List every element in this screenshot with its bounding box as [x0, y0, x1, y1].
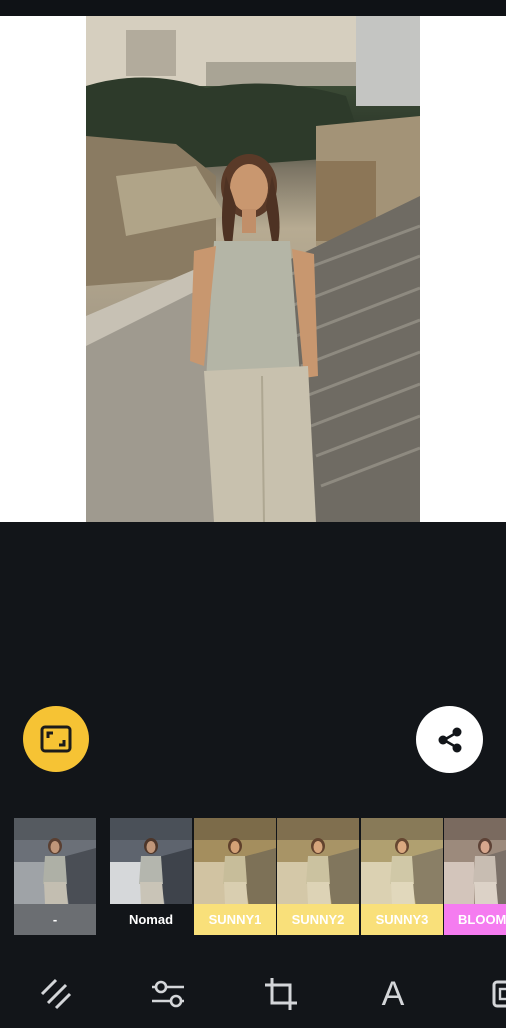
- bottom-toolbar: A: [0, 960, 506, 1028]
- photo-canvas[interactable]: [0, 16, 506, 522]
- filter-item-sunny1[interactable]: SUNNY1: [194, 818, 276, 935]
- filter-thumbnail: [277, 818, 359, 904]
- filter-item-bloom[interactable]: BLOOM: [444, 818, 506, 935]
- editor-background: [0, 522, 506, 702]
- frame-tool-button[interactable]: [480, 972, 506, 1016]
- aspect-ratio-icon: [40, 725, 72, 753]
- status-bar: [0, 0, 506, 16]
- filter-item-nomad[interactable]: Nomad: [110, 818, 192, 935]
- adjust-tool-button[interactable]: [143, 972, 193, 1016]
- filter-label: SUNNY1: [194, 904, 276, 935]
- text-icon: A: [381, 974, 405, 1013]
- aspect-ratio-button[interactable]: [23, 706, 89, 772]
- magic-wand-icon: [40, 978, 72, 1010]
- frame-icon: [492, 980, 506, 1008]
- photo-illustration: [86, 16, 420, 522]
- filter-strip[interactable]: - Nomad SUNNY1 SUNNY2 SUNNY3 BLOOM: [0, 818, 506, 935]
- text-tool-button[interactable]: A: [368, 972, 418, 1016]
- filter-item-none[interactable]: -: [14, 818, 96, 935]
- filter-item-sunny3[interactable]: SUNNY3: [361, 818, 443, 935]
- share-button[interactable]: [416, 706, 483, 773]
- filters-tool-button[interactable]: [31, 972, 81, 1016]
- filter-label: SUNNY3: [361, 904, 443, 935]
- main-photo[interactable]: [86, 16, 420, 522]
- share-icon: [438, 727, 461, 752]
- filter-thumbnail: [14, 818, 96, 904]
- crop-icon: [265, 978, 297, 1010]
- filter-item-sunny2[interactable]: SUNNY2: [277, 818, 359, 935]
- filter-thumbnail: [361, 818, 443, 904]
- crop-tool-button[interactable]: [256, 972, 306, 1016]
- sliders-icon: [152, 980, 184, 1008]
- filter-label: Nomad: [110, 904, 192, 935]
- filter-thumbnail: [110, 818, 192, 904]
- filter-label: -: [14, 904, 96, 935]
- filter-label: SUNNY2: [277, 904, 359, 935]
- filter-thumbnail: [444, 818, 506, 904]
- filter-label: BLOOM: [444, 904, 506, 935]
- filter-thumbnail: [194, 818, 276, 904]
